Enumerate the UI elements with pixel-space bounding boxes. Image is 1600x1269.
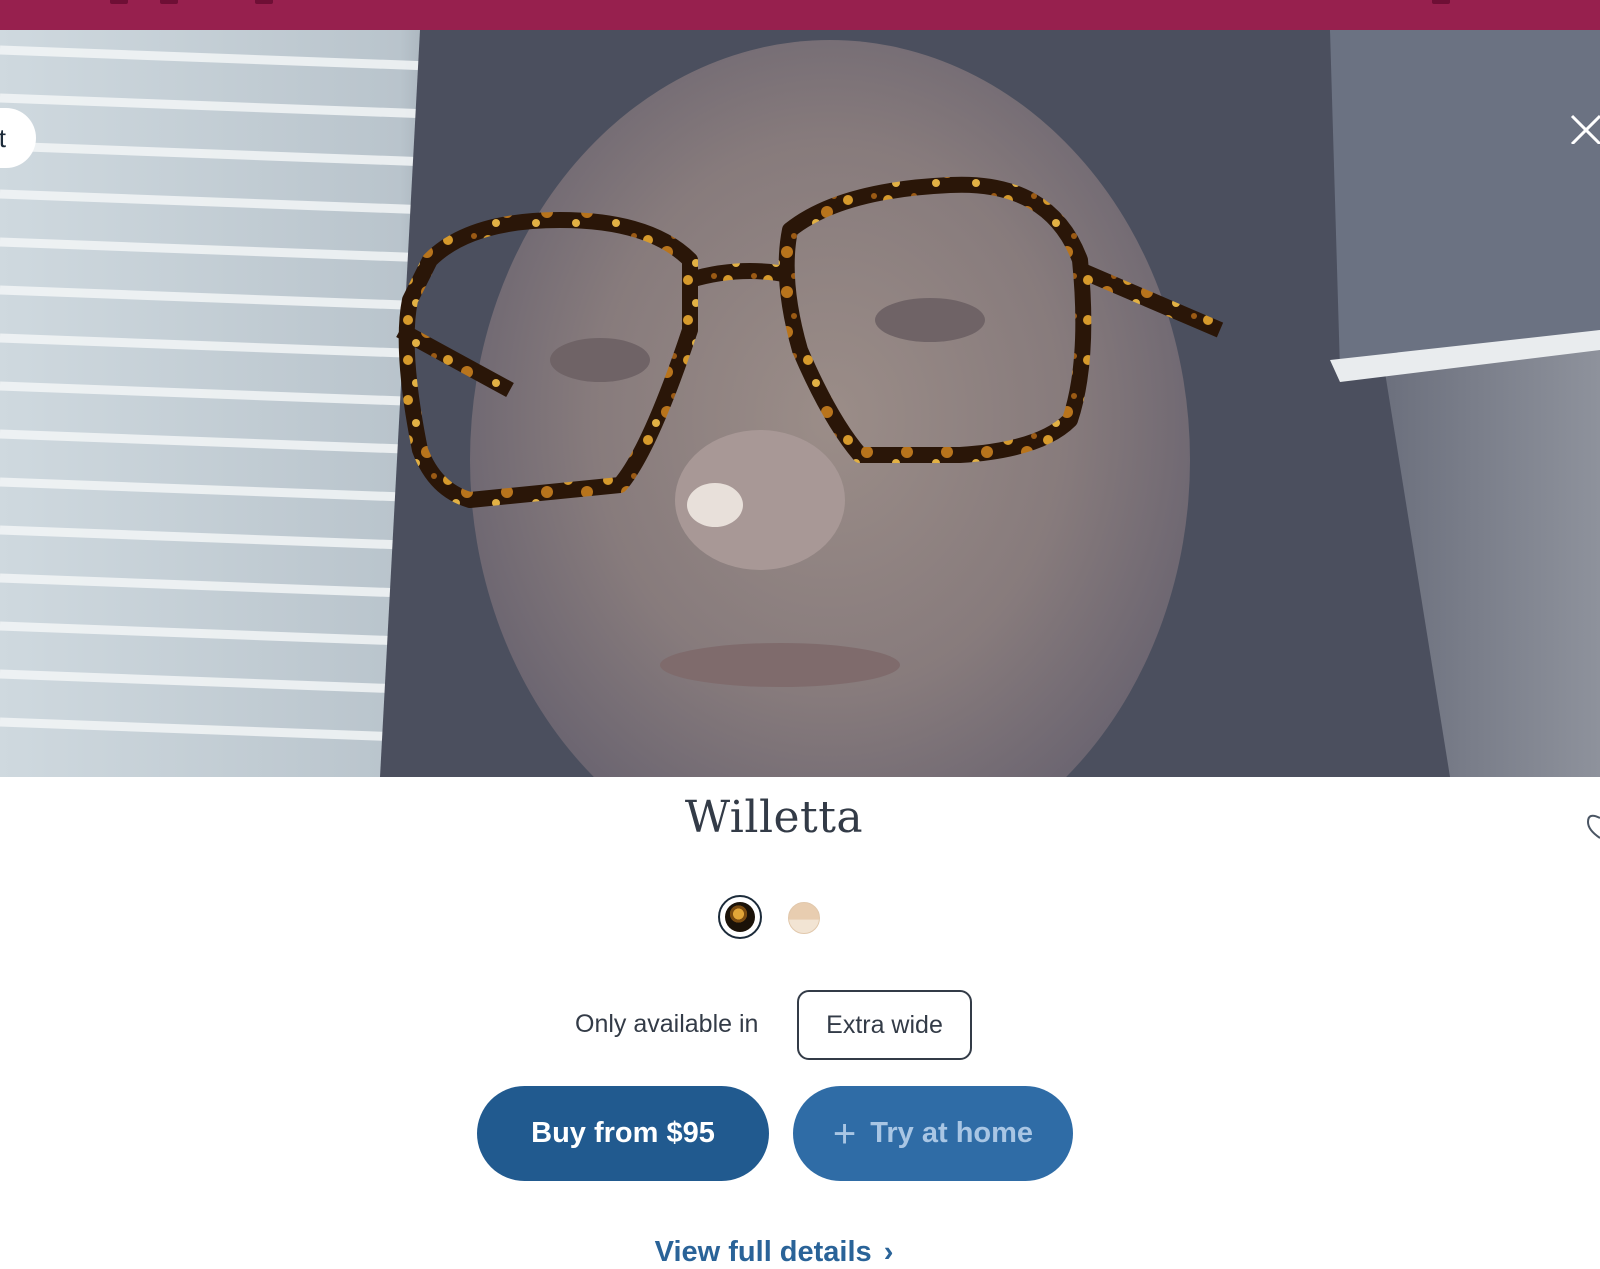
back-label: t (0, 122, 6, 153)
swatch-tortoise[interactable] (718, 895, 762, 939)
width-option-label: Extra wide (826, 1010, 943, 1039)
view-full-details-link[interactable]: View full details › (0, 1236, 1548, 1269)
width-option-extra-wide[interactable]: Extra wide (797, 990, 972, 1060)
chevron-right-icon: › (883, 1236, 894, 1268)
toolbar-icon[interactable] (1432, 0, 1450, 4)
details-label: View full details (654, 1236, 872, 1268)
try-at-home-button[interactable]: + Try at home (793, 1086, 1073, 1181)
toolbar-icon[interactable] (110, 0, 128, 4)
swatch-crystal-peach[interactable] (788, 902, 820, 934)
camera-feed (0, 30, 1600, 777)
toolbar-icon[interactable] (255, 0, 273, 4)
plus-icon: + (832, 1111, 857, 1156)
favorite-heart-icon[interactable] (1586, 808, 1600, 842)
buy-button-label: Buy from $95 (531, 1117, 715, 1149)
product-name: Willetta (684, 792, 864, 843)
top-bar (0, 0, 1600, 30)
close-icon[interactable] (1566, 110, 1600, 144)
toolbar-icon[interactable] (160, 0, 178, 4)
try-at-home-label: Try at home (870, 1117, 1034, 1149)
buy-button[interactable]: Buy from $95 (477, 1086, 769, 1181)
virtual-try-on-camera: t (0, 30, 1600, 777)
color-swatches (718, 895, 828, 945)
availability-text: Only available in (575, 1010, 759, 1038)
tortoise-swatch-icon (725, 902, 755, 932)
